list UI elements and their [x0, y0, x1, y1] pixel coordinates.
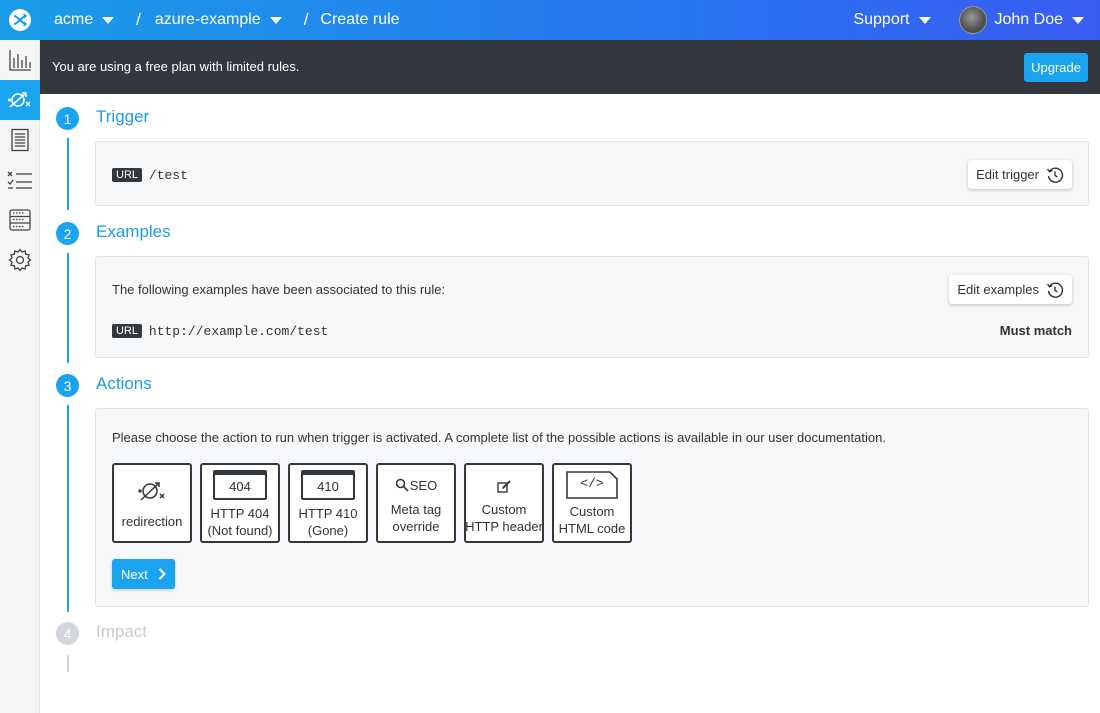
- next-button[interactable]: Next: [112, 559, 175, 589]
- step-connector: [67, 405, 69, 612]
- actions-panel: Please choose the action to run when tri…: [95, 408, 1089, 607]
- trigger-summary: URL /test: [112, 166, 188, 183]
- support-menu[interactable]: Support: [853, 11, 931, 29]
- search-icon: [395, 478, 409, 492]
- page-title: Create rule: [320, 11, 400, 28]
- error-code: 410: [317, 479, 339, 494]
- examples-panel: The following examples have been associa…: [95, 256, 1089, 358]
- action-sublabel: override: [392, 519, 440, 534]
- top-bar: acme / azure-example / Create rule Suppo…: [0, 0, 1100, 40]
- edit-examples-button[interactable]: Edit examples: [949, 275, 1072, 304]
- breadcrumb-separator: /: [136, 10, 141, 29]
- rules-icon: [7, 92, 31, 108]
- chevron-down-icon: [269, 16, 282, 24]
- trigger-panel: URL /test Edit trigger: [95, 141, 1089, 206]
- examples-intro: The following examples have been associa…: [112, 282, 446, 297]
- action-label: HTTP 410: [298, 506, 358, 521]
- org-selector[interactable]: acme: [54, 11, 115, 29]
- action-label: Custom: [569, 504, 615, 519]
- page-410-icon: 410: [301, 470, 355, 500]
- sidebar-item-servers[interactable]: [0, 200, 40, 240]
- action-label: HTTP 404: [210, 506, 270, 521]
- org-name: acme: [54, 11, 94, 28]
- action-label: Meta tag: [390, 502, 442, 517]
- next-label: Next: [121, 566, 148, 582]
- history-icon: [1046, 282, 1064, 298]
- app-logo[interactable]: [0, 0, 40, 40]
- step-connector: [67, 138, 69, 210]
- history-icon: [1046, 167, 1064, 183]
- chevron-down-icon: [1072, 16, 1084, 24]
- seo-text: SEO: [409, 477, 438, 493]
- action-card-redirection[interactable]: redirection: [112, 463, 192, 543]
- code-file-icon: </>: [566, 471, 618, 499]
- step-number-actions: 3: [56, 374, 79, 397]
- action-card-http-404[interactable]: 404 HTTP 404 (Not found): [200, 463, 280, 543]
- action-sublabel: (Not found): [207, 523, 273, 538]
- breadcrumb-separator: /: [303, 10, 309, 29]
- step-title-impact: Impact: [96, 622, 148, 641]
- step-connector: [67, 253, 69, 363]
- edit-examples-label: Edit examples: [957, 282, 1039, 297]
- step-number-impact: 4: [56, 622, 79, 645]
- error-code: 404: [229, 479, 251, 494]
- sidebar-item-settings[interactable]: [0, 240, 40, 280]
- example-row: URL http://example.com/test: [112, 322, 328, 339]
- action-card-http-410[interactable]: 410 HTTP 410 (Gone): [288, 463, 368, 543]
- chevron-down-icon: [918, 16, 931, 24]
- project-selector[interactable]: azure-example: [155, 11, 282, 29]
- sidebar-item-logs[interactable]: [0, 120, 40, 160]
- analytics-icon: [9, 50, 31, 71]
- server-icon: [9, 209, 31, 231]
- url-tag: URL: [112, 324, 143, 339]
- edit-icon: [497, 480, 511, 493]
- user-name: John Doe: [994, 11, 1064, 28]
- redirection-icon: [138, 482, 165, 501]
- action-label: Custom: [481, 502, 527, 517]
- code-glyph: </>: [580, 476, 604, 491]
- action-sublabel: (Gone): [307, 523, 349, 538]
- support-label: Support: [853, 11, 910, 28]
- step-connector: [67, 655, 69, 672]
- seo-icon: SEO: [395, 474, 437, 496]
- step-number-examples: 2: [56, 222, 79, 245]
- action-card-meta-tag[interactable]: SEO Meta tag override: [376, 463, 456, 543]
- edit-trigger-button[interactable]: Edit trigger: [968, 160, 1072, 189]
- page-404-icon: 404: [213, 470, 267, 500]
- plan-notice: You are using a free plan with limited r…: [52, 59, 300, 74]
- step-title-examples: Examples: [96, 222, 171, 241]
- sidebar: [0, 40, 40, 713]
- chevron-down-icon: [102, 16, 115, 24]
- upgrade-button[interactable]: Upgrade: [1024, 53, 1088, 82]
- gear-icon: [8, 248, 32, 272]
- avatar[interactable]: [958, 6, 987, 34]
- example-url: http://example.com/test: [148, 323, 329, 339]
- logs-icon: [11, 128, 29, 152]
- trigger-value: /test: [148, 167, 188, 183]
- sidebar-item-rules[interactable]: [0, 80, 40, 120]
- logo-icon: [9, 9, 31, 31]
- example-status: Must match: [999, 323, 1072, 338]
- action-card-custom-html[interactable]: </> Custom HTML code: [552, 463, 632, 543]
- checklist-icon: [7, 171, 32, 189]
- plan-banner: You are using a free plan with limited r…: [40, 40, 1100, 94]
- actions-intro: Please choose the action to run when tri…: [112, 430, 886, 445]
- step-title-trigger: Trigger: [96, 107, 150, 126]
- action-label: redirection: [121, 514, 183, 529]
- sidebar-item-checklist[interactable]: [0, 160, 40, 200]
- user-menu[interactable]: John Doe: [994, 11, 1084, 29]
- action-sublabel: HTTP header: [465, 519, 543, 534]
- sidebar-item-analytics[interactable]: [0, 40, 40, 80]
- chevron-right-icon: [158, 568, 166, 580]
- edit-trigger-label: Edit trigger: [976, 167, 1039, 182]
- step-title-actions: Actions: [96, 374, 152, 393]
- step-number-trigger: 1: [56, 107, 79, 130]
- project-name: azure-example: [154, 11, 261, 28]
- url-tag: URL: [112, 168, 143, 183]
- action-sublabel: HTML code: [558, 521, 626, 536]
- action-card-custom-header[interactable]: Custom HTTP header: [464, 463, 544, 543]
